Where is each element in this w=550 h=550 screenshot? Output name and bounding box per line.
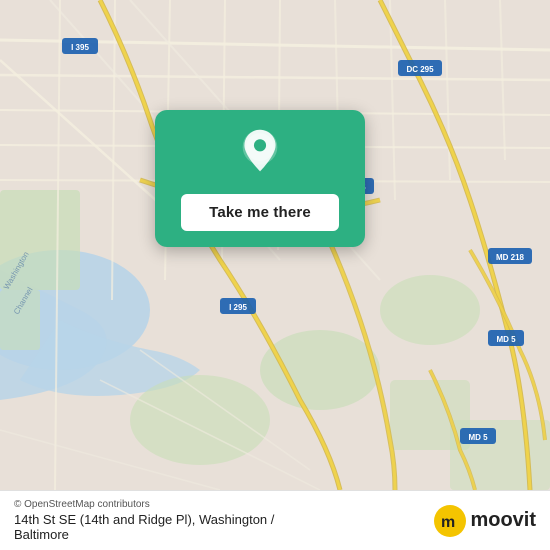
svg-text:MD 5: MD 5	[496, 335, 516, 344]
location-name: 14th St SE (14th and Ridge Pl), Washingt…	[14, 512, 274, 527]
take-me-there-button[interactable]: Take me there	[181, 194, 339, 231]
bottom-bar: © OpenStreetMap contributors 14th St SE …	[0, 490, 550, 550]
svg-text:I 395: I 395	[71, 43, 89, 52]
location-card: Take me there	[155, 110, 365, 247]
map-pin-icon	[234, 128, 286, 180]
svg-text:I 295: I 295	[229, 303, 247, 312]
bottom-left-info: © OpenStreetMap contributors 14th St SE …	[14, 499, 274, 542]
svg-text:m: m	[441, 514, 455, 531]
moovit-icon: m	[434, 505, 466, 537]
map-container: Washington Channel I 395 I 695 DC 295 DC…	[0, 0, 550, 490]
svg-text:MD 5: MD 5	[468, 433, 488, 442]
svg-text:MD 218: MD 218	[496, 253, 525, 262]
moovit-label: moovit	[470, 509, 536, 532]
moovit-logo: m moovit	[434, 505, 536, 537]
svg-text:DC 295: DC 295	[406, 65, 434, 74]
osm-attribution: © OpenStreetMap contributors	[14, 499, 274, 510]
location-name-2: Baltimore	[14, 527, 274, 542]
